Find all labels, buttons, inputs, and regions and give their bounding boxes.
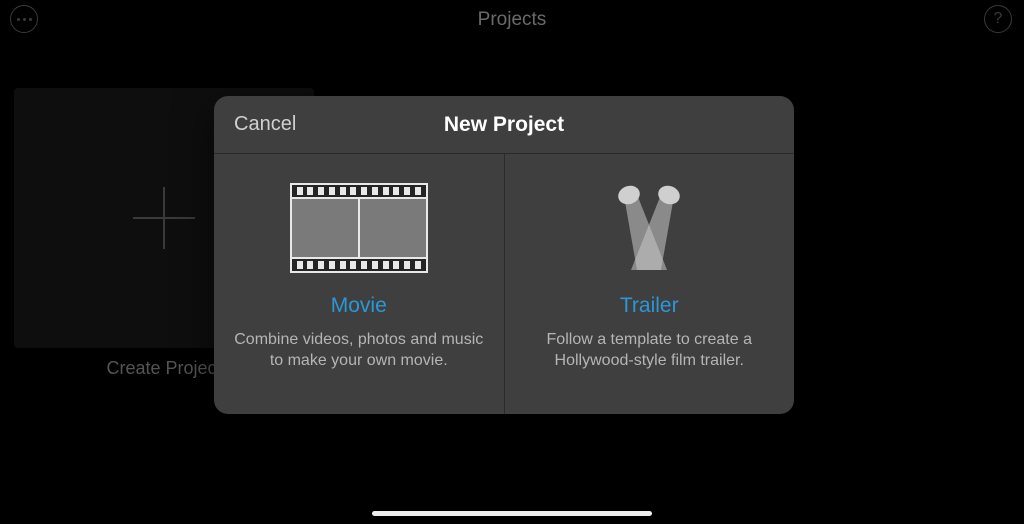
home-indicator[interactable] — [372, 511, 652, 516]
plus-icon — [133, 187, 195, 249]
option-movie-title: Movie — [331, 294, 387, 318]
cancel-button[interactable]: Cancel — [234, 113, 296, 136]
modal-header: Cancel New Project — [214, 96, 794, 154]
trailer-spotlights-icon — [589, 178, 709, 278]
help-button[interactable]: ? — [984, 5, 1012, 33]
option-trailer-description: Follow a template to create a Hollywood-… — [523, 330, 777, 372]
more-button[interactable] — [10, 5, 38, 33]
option-movie[interactable]: Movie Combine videos, photos and music t… — [214, 154, 505, 414]
option-trailer-title: Trailer — [620, 294, 679, 318]
new-project-modal: Cancel New Project Movie Combine videos,… — [214, 96, 794, 414]
help-icon: ? — [994, 10, 1003, 28]
modal-options: Movie Combine videos, photos and music t… — [214, 154, 794, 414]
movie-filmstrip-icon — [290, 178, 428, 278]
page-title: Projects — [478, 9, 547, 31]
modal-title: New Project — [444, 113, 564, 137]
option-trailer[interactable]: Trailer Follow a template to create a Ho… — [505, 154, 795, 414]
header-bar: Projects ? — [0, 0, 1024, 40]
option-movie-description: Combine videos, photos and music to make… — [232, 330, 486, 372]
